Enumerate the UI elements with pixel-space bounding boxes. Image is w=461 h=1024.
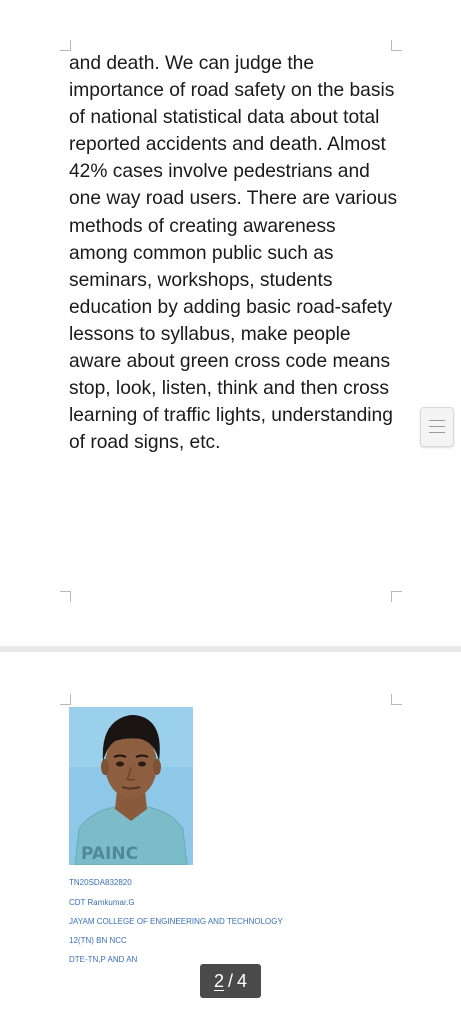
meta-directorate-line: DTE-TN,P AND AN	[69, 955, 138, 964]
meta-unit-line: 12(TN) BN NCC	[69, 936, 127, 945]
current-page-number: 2	[213, 970, 224, 991]
total-pages-number: 4	[237, 970, 248, 991]
meta-name-line: CDT Ramkumar.G	[69, 898, 135, 907]
scroll-handle[interactable]	[420, 407, 454, 447]
page-corner-mark	[391, 694, 402, 705]
document-page-1: and death. We can judge the importance o…	[0, 0, 461, 646]
page-corner-mark	[60, 694, 71, 705]
body-paragraph: and death. We can judge the importance o…	[69, 53, 398, 454]
meta-id-line: TN20SDA832820	[69, 878, 132, 887]
page-corner-mark	[60, 591, 71, 602]
shirt-print-text: PAINC	[81, 844, 138, 864]
profile-photo: PAINC	[69, 707, 193, 865]
page-corner-mark	[391, 591, 402, 602]
page-indicator[interactable]: 2 / 4	[200, 964, 261, 998]
meta-college-line: JAYAM COLLEGE OF ENGINEERING AND TECHNOL…	[69, 917, 283, 926]
person-photo-illustration: PAINC	[69, 707, 193, 865]
page-separator-slash: /	[227, 970, 233, 991]
